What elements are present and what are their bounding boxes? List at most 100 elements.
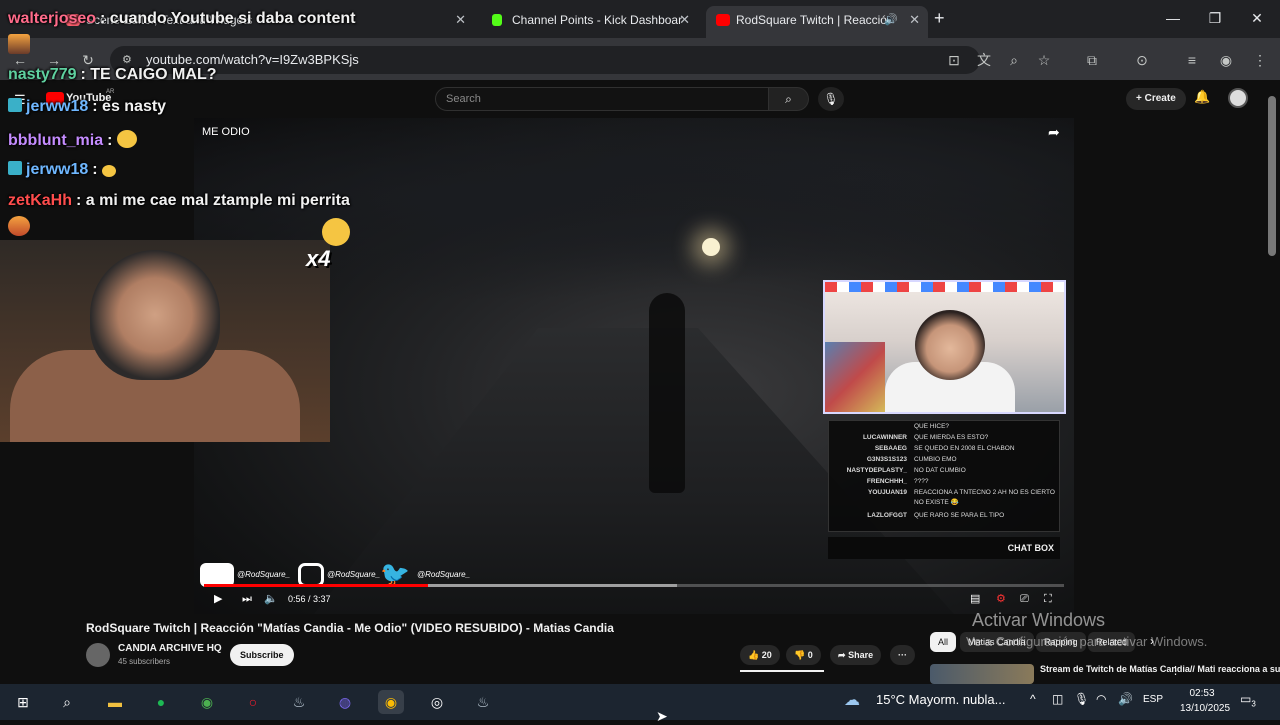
steam-icon[interactable]: ♨	[286, 690, 312, 714]
dog-emote-icon	[8, 216, 30, 236]
menu-kebab-icon[interactable]: ⋮	[1246, 46, 1274, 74]
taskbar-search-icon[interactable]: ⌕	[54, 690, 80, 714]
tab-close-icon[interactable]: ✕	[455, 6, 466, 34]
webcam-reactor-head	[915, 310, 985, 380]
notifications-bell-icon[interactable]: 🔔	[1194, 89, 1210, 105]
channel-avatar[interactable]	[86, 643, 110, 667]
chrome-active-icon[interactable]: ◉	[378, 690, 404, 714]
account-avatar[interactable]	[1228, 88, 1248, 108]
url-input[interactable]: ⚙ youtube.com/watch?v=I9Zw3BPKSjs	[110, 46, 980, 74]
chip-all[interactable]: All	[930, 632, 957, 652]
tray-overflow-icon[interactable]: ^	[1030, 692, 1036, 706]
profile-avatar-icon[interactable]: ◉	[1212, 46, 1240, 74]
windows-activation-subtitle: Ve a Configuración para activar Windows.	[966, 634, 1208, 649]
maximize-button[interactable]: ❐	[1194, 0, 1236, 38]
taskbar-clock[interactable]: 02:53 13/10/2025	[1180, 686, 1230, 716]
thumbs-down-icon: 👎	[794, 650, 806, 660]
stream-chat-line: walterjoseo: cuando Youtube si daba cont…	[8, 10, 356, 27]
more-actions-button[interactable]: ···	[890, 645, 915, 665]
webcam-shelf-items	[825, 342, 885, 412]
bookmark-star-icon[interactable]: ☆	[1030, 46, 1058, 74]
discord-icon[interactable]: ◍	[332, 690, 358, 714]
play-icon[interactable]: ▶	[214, 591, 222, 607]
next-icon[interactable]: ⏭	[242, 591, 252, 607]
region-code: AR	[106, 89, 115, 95]
video-chat-box: QUE HICE? LUCAWINNER QUE MIERDA ES ESTO? …	[828, 420, 1060, 532]
webcam-person-head	[90, 250, 220, 380]
zoom-icon[interactable]: ⌕	[1000, 46, 1028, 74]
stream-chat-line: zetKaHh: a mi me cae mal ztample mi perr…	[8, 192, 350, 209]
grimace-emote-icon	[116, 130, 137, 148]
fullscreen-icon[interactable]: ⛶	[1044, 591, 1052, 607]
webcam-flag-banner	[825, 282, 1064, 292]
subscribe-button[interactable]: Subscribe	[230, 644, 294, 666]
volume-icon[interactable]: 🔈	[264, 591, 278, 607]
steam-2-icon[interactable]: ♨	[470, 690, 496, 714]
new-tab-button[interactable]: +	[934, 8, 945, 29]
chatbox-label: CHAT BOX	[828, 537, 1060, 559]
tray-volume-icon[interactable]: 🔊	[1118, 692, 1133, 706]
chat-avatar-emote	[8, 34, 30, 54]
youtube-favicon-icon	[716, 14, 730, 26]
time-display: 0:56 / 3:37	[288, 594, 331, 604]
dislike-button[interactable]: 👎 0	[786, 645, 821, 665]
search-icon: ⌕	[785, 92, 792, 106]
suggestion-title[interactable]: Stream de Twitch de Matías Candia// Mati…	[1040, 664, 1280, 674]
mouse-cursor-icon: ➤	[656, 708, 668, 724]
share-arrow-icon[interactable]: ➦	[1048, 124, 1060, 141]
cast-icon[interactable]: ⎚	[1020, 591, 1029, 607]
stream-chat-line: jerww18:	[8, 161, 117, 179]
subscriber-count: 45 subscribers	[118, 657, 171, 666]
streamer-webcam	[0, 240, 330, 442]
create-button[interactable]: + Create	[1126, 88, 1186, 110]
tab-rodsquare-active[interactable]: RodSquare Twitch | Reacció 🔊 ✕	[706, 6, 928, 38]
settings-gear-icon[interactable]: ⚙	[996, 591, 1006, 607]
video-overlay-title: ME ODIO	[202, 126, 250, 138]
opera-icon[interactable]: ○	[240, 690, 266, 714]
video-frame-person	[649, 293, 685, 493]
tray-network-icon[interactable]: ◠	[1096, 692, 1106, 706]
translate-icon[interactable]: 文	[970, 46, 998, 74]
spotify-icon[interactable]: ●	[148, 690, 174, 714]
subtitles-icon[interactable]: ▤	[970, 591, 980, 607]
thumbs-up-icon: 👍	[748, 650, 760, 660]
minimize-button[interactable]: —	[1152, 0, 1194, 38]
small-emote-icon	[102, 165, 117, 177]
video-title: RodSquare Twitch | Reacción "Matías Cand…	[86, 621, 614, 635]
weather-cloud-icon[interactable]: ☁	[844, 690, 860, 710]
emote-combo-multiplier: x4	[306, 246, 331, 271]
windows-start-icon[interactable]: ⊞	[10, 690, 36, 714]
page-scrollbar[interactable]	[1268, 96, 1276, 256]
like-button[interactable]: 👍 20	[740, 645, 780, 665]
file-explorer-icon[interactable]: ▬	[102, 690, 128, 714]
search-button[interactable]: ⌕	[769, 87, 809, 111]
audio-playing-icon[interactable]: 🔊	[884, 6, 898, 34]
search-input[interactable]: Search	[435, 87, 769, 111]
share-button[interactable]: ➦ Share	[830, 645, 882, 665]
install-app-icon[interactable]: ⊡	[940, 46, 968, 74]
windows-activation-title: Activar Windows	[972, 610, 1106, 630]
suggestion-thumbnail[interactable]	[930, 664, 1034, 684]
weather-widget[interactable]: 15°C Mayorm. nubla...	[876, 692, 1005, 707]
tray-app-icon[interactable]: ◫	[1052, 692, 1063, 706]
kick-icon	[492, 14, 502, 26]
close-window-button[interactable]: ✕	[1236, 0, 1278, 38]
reactor-webcam	[823, 280, 1066, 414]
notification-center-icon[interactable]: ▭3	[1240, 692, 1256, 708]
stream-chat-line: jerww18: es nasty	[8, 98, 166, 116]
extensions-icon[interactable]: ⧉	[1078, 46, 1106, 74]
media-control-icon[interactable]: ⊙	[1128, 46, 1156, 74]
language-indicator[interactable]: ESP	[1143, 694, 1163, 705]
voice-search-button[interactable]: 🎙	[818, 87, 844, 111]
obs-icon[interactable]: ◎	[424, 690, 450, 714]
channel-name[interactable]: CANDIA ARCHIVE HQ	[118, 643, 222, 654]
chrome-icon[interactable]: ◉	[194, 690, 220, 714]
tab-close-icon[interactable]: ✕	[909, 6, 920, 34]
suggestion-menu-icon[interactable]: ⋮	[1170, 664, 1181, 677]
reading-list-icon[interactable]: ≡	[1178, 46, 1206, 74]
tab-close-icon[interactable]: ✕	[679, 6, 690, 34]
tray-mic-icon[interactable]: 🎙	[1074, 692, 1089, 706]
like-ratio-bar	[740, 670, 824, 672]
tab-channel-points[interactable]: Channel Points - Kick Dashboar ✕	[482, 6, 698, 38]
microphone-icon: 🎙	[823, 92, 839, 106]
